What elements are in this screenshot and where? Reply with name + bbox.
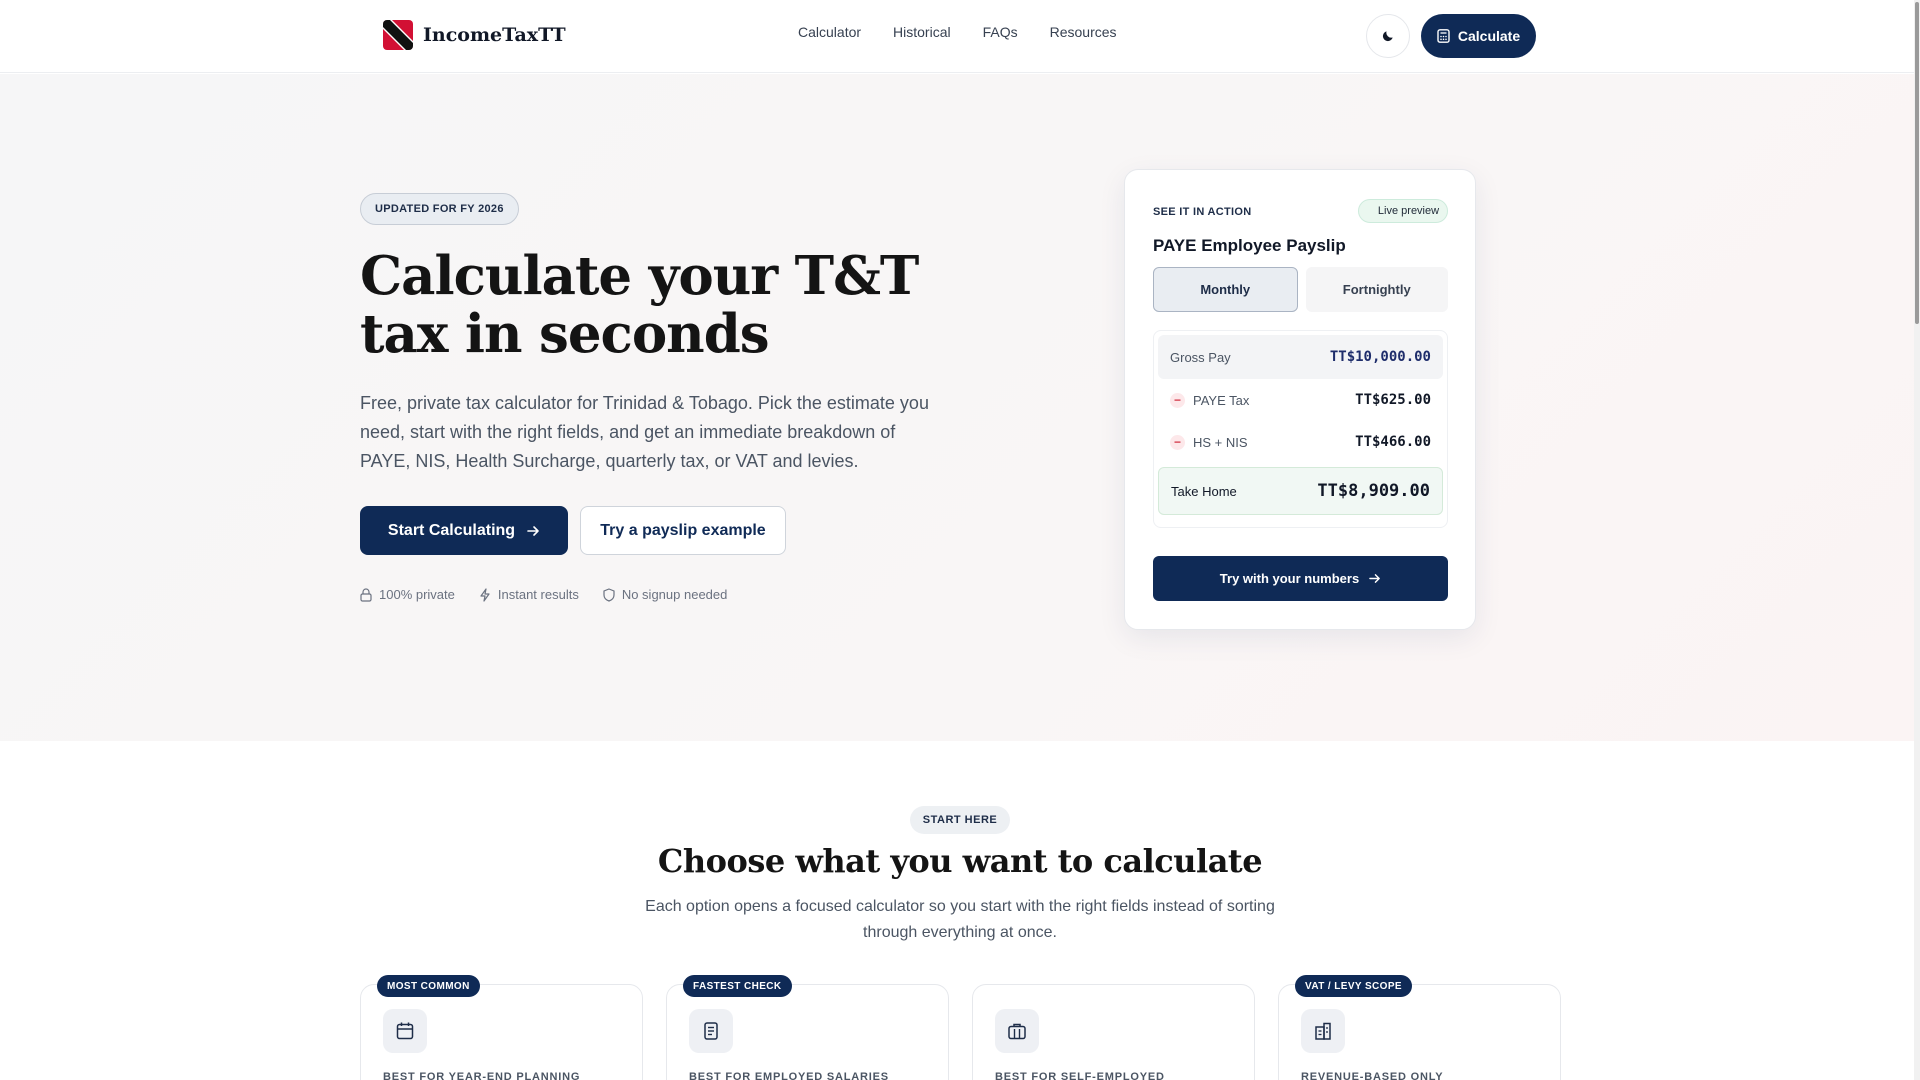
option-tag: MOST COMMON bbox=[377, 975, 480, 997]
trust-no-signup-label: No signup needed bbox=[621, 587, 728, 602]
nav-link-calculator[interactable]: Calculator bbox=[798, 24, 861, 40]
trust-private: 100% private bbox=[360, 587, 455, 602]
minus-icon: − bbox=[1170, 434, 1185, 450]
minus-icon: − bbox=[1170, 392, 1185, 408]
try-payslip-label: Try a payslip example bbox=[600, 521, 766, 539]
pay-frequency-tabs: Monthly Fortnightly bbox=[1153, 267, 1448, 312]
nav-link-resources[interactable]: Resources bbox=[1050, 24, 1117, 40]
option-card-paye[interactable]: FASTEST CHECK BEST FOR EMPLOYED SALARIES bbox=[666, 975, 949, 1080]
nav-calculate-button[interactable]: Calculate bbox=[1421, 14, 1536, 58]
option-best-for: BEST FOR YEAR-END PLANNING bbox=[383, 1071, 581, 1080]
trust-private-label: 100% private bbox=[379, 587, 455, 602]
nav-link-faqs[interactable]: FAQs bbox=[983, 24, 1018, 40]
card-eyebrow: SEE IT IN ACTION bbox=[1153, 206, 1252, 218]
tab-monthly[interactable]: Monthly bbox=[1153, 267, 1298, 312]
section-title: Choose what you want to calculate bbox=[657, 842, 1263, 880]
gross-pay-label: Gross Pay bbox=[1170, 349, 1231, 365]
option-best-for: REVENUE-BASED ONLY bbox=[1301, 1071, 1444, 1080]
tab-fortnightly[interactable]: Fortnightly bbox=[1305, 267, 1448, 312]
flag-logo-icon bbox=[383, 20, 413, 50]
brand-name: IncomeTaxTT bbox=[423, 24, 566, 46]
gross-pay-value: TT$10,000.00 bbox=[1329, 349, 1431, 365]
live-preview-badge: Live preview bbox=[1358, 199, 1448, 223]
trust-no-signup: No signup needed bbox=[603, 587, 728, 602]
paye-tax-value: TT$625.00 bbox=[1355, 392, 1431, 408]
hs-nis-label: HS + NIS bbox=[1193, 434, 1248, 450]
live-preview-label: Live preview bbox=[1377, 205, 1440, 217]
option-best-for: BEST FOR EMPLOYED SALARIES bbox=[689, 1071, 889, 1080]
hero-section bbox=[0, 74, 1920, 741]
brand-logo[interactable]: IncomeTaxTT bbox=[383, 20, 566, 50]
option-card-vat[interactable]: VAT / LEVY SCOPE REVENUE-BASED ONLY bbox=[1278, 975, 1561, 1080]
hs-nis-value: TT$466.00 bbox=[1355, 434, 1431, 450]
section-subtitle: Each option opens a focused calculator s… bbox=[645, 898, 1275, 941]
nav-link-historical[interactable]: Historical bbox=[893, 24, 951, 40]
hs-nis-row: − HS + NIS TT$466.00 bbox=[1158, 421, 1443, 463]
option-tag: FASTEST CHECK bbox=[683, 975, 792, 997]
live-dot-icon bbox=[1366, 208, 1373, 214]
hero-title: Calculate your T&T tax in seconds bbox=[360, 245, 919, 365]
paye-tax-label: PAYE Tax bbox=[1193, 392, 1250, 408]
lock-icon bbox=[360, 587, 372, 602]
calculator-icon bbox=[1437, 29, 1450, 43]
paye-tax-row: − PAYE Tax TT$625.00 bbox=[1158, 379, 1443, 421]
document-icon bbox=[689, 1009, 733, 1053]
lightning-icon bbox=[480, 587, 490, 602]
arrow-right-icon bbox=[1369, 574, 1381, 583]
option-card-self-employed[interactable]: BEST FOR SELF-EMPLOYED bbox=[972, 984, 1255, 1080]
building-icon bbox=[1301, 1009, 1345, 1053]
take-home-value: TT$8,909.00 bbox=[1317, 481, 1430, 501]
moon-icon bbox=[1382, 31, 1393, 42]
card-title: PAYE Employee Payslip bbox=[1153, 236, 1346, 255]
try-with-your-numbers-button[interactable]: Try with your numbers bbox=[1153, 556, 1448, 601]
gross-pay-row: Gross Pay TT$10,000.00 bbox=[1158, 335, 1443, 379]
try-numbers-label: Try with your numbers bbox=[1219, 571, 1360, 586]
hero-subtitle: Free, private tax calculator for Trinida… bbox=[360, 393, 929, 471]
start-calculating-button[interactable]: Start Calculating bbox=[360, 506, 568, 555]
theme-toggle-button[interactable] bbox=[1366, 14, 1410, 58]
trust-instant-label: Instant results bbox=[497, 587, 579, 602]
start-calculating-label: Start Calculating bbox=[387, 521, 516, 539]
nav-calculate-label: Calculate bbox=[1457, 28, 1521, 44]
top-navbar: IncomeTaxTT Calculator Historical FAQs R… bbox=[0, 0, 1920, 73]
try-payslip-example-button[interactable]: Try a payslip example bbox=[580, 506, 786, 555]
payslip-breakdown: Gross Pay TT$10,000.00 − PAYE Tax TT$625.… bbox=[1153, 330, 1448, 528]
page-scrollbar-thumb[interactable] bbox=[1915, 2, 1919, 324]
start-here-pill: START HERE bbox=[910, 806, 1010, 834]
option-card-annual[interactable]: MOST COMMON BEST FOR YEAR-END PLANNING bbox=[360, 975, 643, 1080]
shield-icon bbox=[603, 587, 615, 602]
option-tag: VAT / LEVY SCOPE bbox=[1295, 975, 1412, 997]
payslip-preview-card: SEE IT IN ACTION Live preview PAYE Emplo… bbox=[1124, 169, 1476, 630]
option-best-for: BEST FOR SELF-EMPLOYED bbox=[995, 1071, 1165, 1080]
trust-instant: Instant results bbox=[479, 587, 579, 602]
trust-indicators: 100% private Instant results No signup n… bbox=[360, 587, 727, 602]
take-home-label: Take Home bbox=[1171, 483, 1237, 499]
nav-links: Calculator Historical FAQs Resources bbox=[798, 24, 1117, 40]
arrow-right-icon bbox=[527, 525, 539, 536]
take-home-row: Take Home TT$8,909.00 bbox=[1158, 467, 1443, 515]
briefcase-icon bbox=[995, 1009, 1039, 1053]
calendar-icon bbox=[383, 1009, 427, 1053]
fy-update-badge: UPDATED FOR FY 2026 bbox=[360, 193, 519, 225]
